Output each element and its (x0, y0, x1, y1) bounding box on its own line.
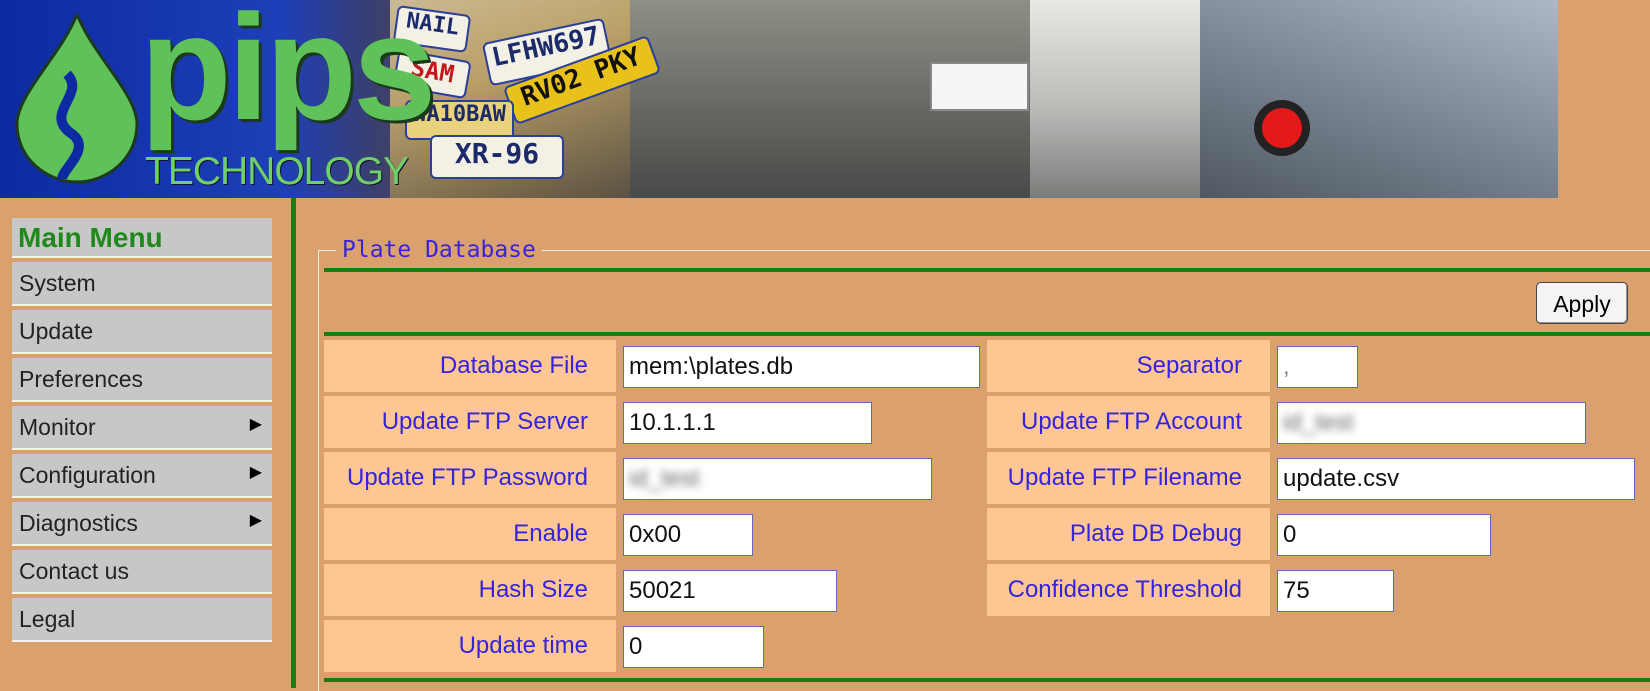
fieldset-legend: Plate Database (336, 237, 542, 263)
update-ftp-password-input[interactable]: id_test (623, 458, 932, 500)
sidebar-item-monitor[interactable]: Monitor ▶ (12, 406, 272, 450)
sidebar-item-diagnostics[interactable]: Diagnostics ▶ (12, 502, 272, 546)
sidebar-item-label: Configuration (19, 462, 156, 488)
database-file-label: Database File (324, 340, 616, 392)
update-time-input[interactable]: 0 (623, 626, 764, 668)
logo-wordmark: pips (140, 0, 436, 151)
masked-value: id_test (629, 465, 700, 492)
sidebar-item-label: Diagnostics (19, 510, 138, 536)
submenu-arrow-icon: ▶ (249, 512, 262, 529)
update-ftp-filename-label: Update FTP Filename (987, 452, 1270, 504)
sidebar-item-label: System (19, 270, 96, 296)
update-ftp-server-label: Update FTP Server (324, 396, 616, 448)
divider-bottom (324, 678, 1650, 682)
sidebar-item-label: Monitor (19, 414, 96, 440)
enable-label: Enable (324, 508, 616, 560)
separator-label: Separator (987, 340, 1270, 392)
confidence-threshold-input[interactable]: 75 (1277, 570, 1394, 612)
update-time-label: Update time (324, 620, 616, 672)
banner-toll-photo (1200, 0, 1558, 198)
sidebar-item-system[interactable]: System (12, 262, 272, 306)
plate-db-debug-input[interactable]: 0 (1277, 514, 1491, 556)
sidebar-item-preferences[interactable]: Preferences (12, 358, 272, 402)
sidebar-item-label: Contact us (19, 558, 129, 584)
banner-truck (930, 62, 1029, 111)
update-ftp-server-input[interactable]: 10.1.1.1 (623, 402, 872, 444)
enable-input[interactable]: 0x00 (623, 514, 753, 556)
main-menu: Main Menu System Update Preferences Moni… (12, 218, 272, 642)
confidence-threshold-label: Confidence Threshold (987, 564, 1270, 616)
update-ftp-account-input[interactable]: id_test (1277, 402, 1586, 444)
separator-input[interactable]: , (1277, 346, 1358, 388)
sidebar-item-label: Update (19, 318, 94, 344)
sidebar-divider (291, 198, 296, 688)
submenu-arrow-icon: ▶ (249, 416, 262, 433)
plate-db-debug-label: Plate DB Debug (987, 508, 1270, 560)
database-file-input[interactable]: mem:\plates.db (623, 346, 980, 388)
main-menu-title: Main Menu (12, 218, 272, 258)
header-banner: NAIL LFHW697 RV02 PKY SAM WA10BAW XR-96 … (0, 0, 1558, 198)
traffic-light-icon (1262, 108, 1302, 148)
license-plate: XR-96 (430, 135, 564, 179)
divider-mid (324, 332, 1650, 336)
pips-logo-drop-icon (15, 14, 139, 184)
submenu-arrow-icon: ▶ (249, 464, 262, 481)
update-ftp-account-label: Update FTP Account (987, 396, 1270, 448)
apply-button[interactable]: Apply (1536, 282, 1628, 324)
banner-building-photo (1030, 0, 1200, 198)
sidebar-item-contact-us[interactable]: Contact us (12, 550, 272, 594)
sidebar-item-label: Preferences (19, 366, 144, 392)
hash-size-input[interactable]: 50021 (623, 570, 837, 612)
sidebar-item-configuration[interactable]: Configuration ▶ (12, 454, 272, 498)
sidebar-item-update[interactable]: Update (12, 310, 272, 354)
divider-top (324, 268, 1650, 272)
hash-size-label: Hash Size (324, 564, 616, 616)
update-ftp-password-label: Update FTP Password (324, 452, 616, 504)
logo-subtitle: TECHNOLOGY (145, 150, 409, 193)
sidebar-item-label: Legal (19, 606, 76, 632)
sidebar-item-legal[interactable]: Legal (12, 598, 272, 642)
update-ftp-filename-input[interactable]: update.csv (1277, 458, 1635, 500)
masked-value: id_test (1283, 409, 1354, 436)
